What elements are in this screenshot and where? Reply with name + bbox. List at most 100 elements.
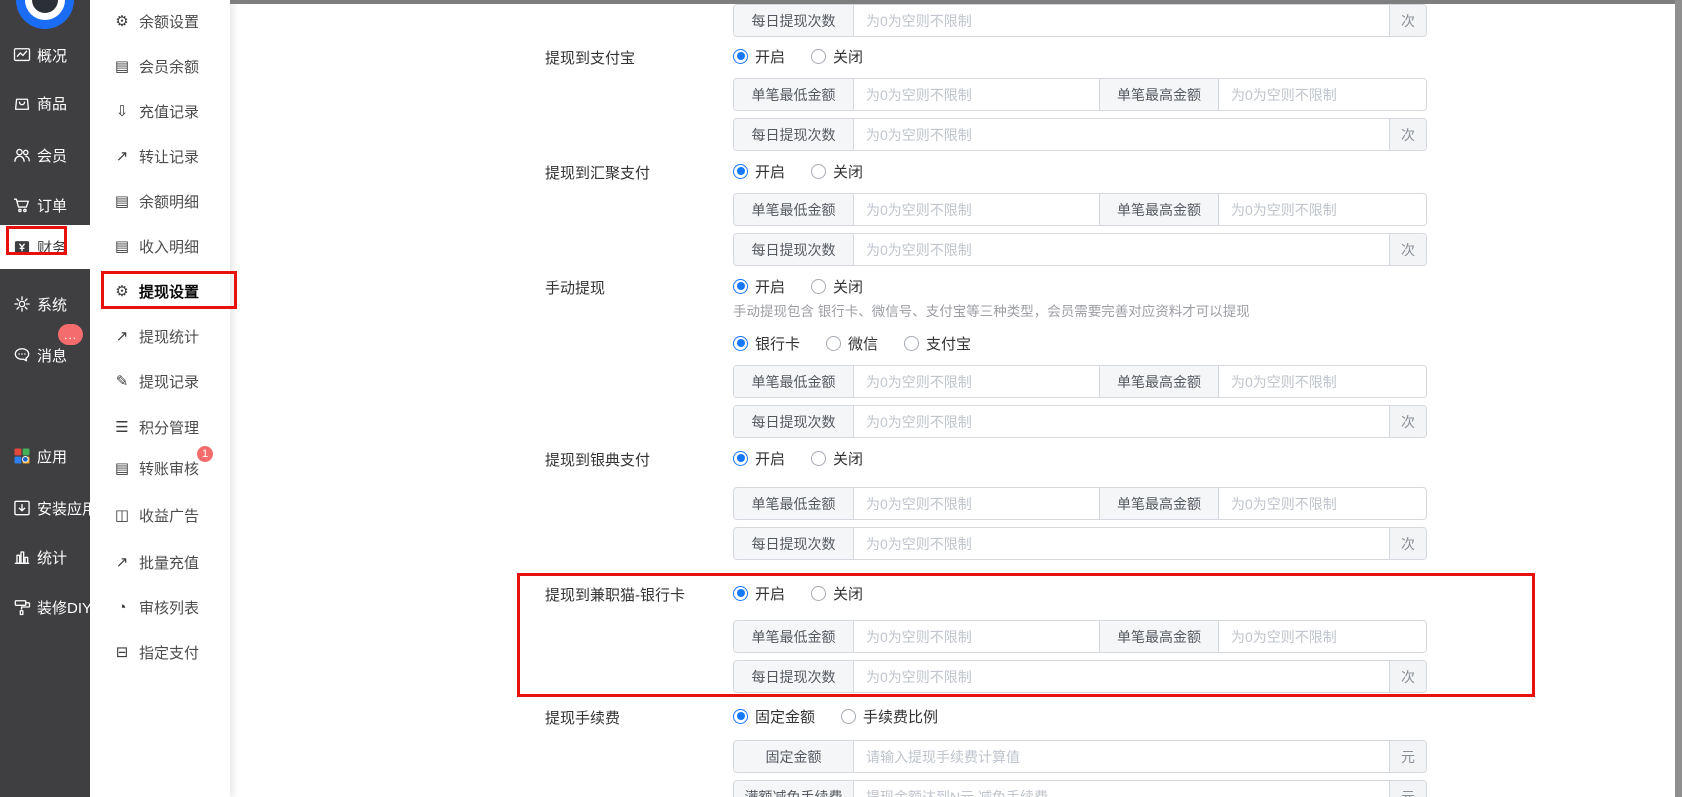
sidebar-item-财务[interactable]: 财务 [0, 225, 90, 269]
input-prepend-label: 每日提现次数 [734, 528, 854, 559]
radio-unselected-icon[interactable] [826, 335, 842, 351]
sidebar-item-安装应用[interactable]: 安装应用 [0, 486, 97, 530]
form-label-提现到银典支付: 提现到银典支付 [545, 452, 651, 469]
submenu-item-会员余额[interactable]: ▤ 会员余额 [90, 45, 230, 87]
submenu-item-余额设置[interactable]: ⚙ 余额设置 [90, 0, 230, 42]
text-input[interactable] [854, 781, 1389, 797]
radio-option-关闭[interactable]: 关闭 [811, 448, 863, 469]
submenu-item-收入明细[interactable]: ▤ 收入明细 [90, 225, 230, 267]
radio-option-开启[interactable]: 开启 [733, 448, 785, 469]
text-input[interactable] [854, 488, 1099, 519]
sidebar-item-会员[interactable]: 会员 [0, 133, 90, 177]
sidebar-item-装修DIY[interactable]: 装修DIY [0, 585, 93, 629]
sidebar-item-label: 商品 [37, 95, 68, 113]
vertical-scrollbar[interactable] [1675, 0, 1682, 797]
radio-unselected-icon[interactable] [811, 278, 827, 294]
submenu-item-转让记录[interactable]: ↗ 转让记录 [90, 135, 230, 177]
input-prepend-label: 单笔最高金额 [1099, 194, 1219, 225]
input-prepend-label: 单笔最低金额 [734, 79, 854, 110]
text-input[interactable] [1219, 488, 1426, 519]
goods-icon [11, 93, 32, 114]
submenu-item-提现设置[interactable]: ⚙ 提现设置 [90, 270, 230, 312]
avatar[interactable] [16, 0, 74, 29]
radio-unselected-icon[interactable] [841, 708, 857, 724]
avatar-core [32, 0, 58, 13]
radio-option-银行卡[interactable]: 银行卡 [733, 333, 800, 354]
submenu-item-label: 转让记录 [139, 148, 200, 166]
messages-icon [11, 345, 32, 366]
sidebar-item-系统[interactable]: 系统 [0, 282, 90, 326]
radio-selected-icon[interactable] [733, 585, 748, 601]
radio-selected-icon[interactable] [733, 163, 748, 179]
text-input[interactable] [854, 406, 1389, 437]
radio-selected-icon[interactable] [733, 708, 748, 724]
members-icon [11, 145, 32, 166]
submenu-item-提现记录[interactable]: ✎ 提现记录 [90, 360, 230, 402]
sidebar-item-label: 装修DIY [37, 599, 93, 617]
radio-option-支付宝[interactable]: 支付宝 [904, 333, 971, 354]
submenu-item-余额明细[interactable]: ▤ 余额明细 [90, 180, 230, 222]
text-input[interactable] [1219, 621, 1426, 652]
pie-icon: ◔ [117, 598, 127, 616]
submenu-item-批量充值[interactable]: ↗ 批量充值 [90, 541, 230, 583]
radio-unselected-icon[interactable] [904, 335, 920, 351]
text-input[interactable] [854, 741, 1389, 772]
text-input[interactable] [1219, 79, 1426, 110]
text-input[interactable] [854, 661, 1389, 692]
sidebar-item-订单[interactable]: 订单 [0, 183, 90, 227]
submenu-item-充值记录[interactable]: ⇩ 充值记录 [90, 90, 230, 132]
text-input[interactable] [1219, 366, 1426, 397]
radio-option-关闭[interactable]: 关闭 [811, 276, 863, 297]
sidebar-item-label: 系统 [37, 296, 68, 314]
radio-unselected-icon[interactable] [811, 450, 827, 466]
input-row-min-max-amount: 单笔最低金额 单笔最高金额 [733, 193, 1427, 226]
radio-option-固定金额[interactable]: 固定金额 [733, 706, 815, 727]
text-input[interactable] [854, 234, 1389, 265]
text-input[interactable] [1219, 194, 1426, 225]
text-input[interactable] [854, 366, 1099, 397]
radio-option-关闭[interactable]: 关闭 [811, 46, 863, 67]
submenu-item-审核列表[interactable]: ◔ 审核列表 [90, 586, 230, 628]
submenu-item-积分管理[interactable]: ☰ 积分管理 [90, 406, 230, 448]
radio-option-label: 开启 [755, 585, 786, 603]
submenu-item-提现统计[interactable]: ↗ 提现统计 [90, 315, 230, 357]
text-input[interactable] [854, 5, 1389, 36]
text-input[interactable] [854, 194, 1099, 225]
submenu-item-指定支付[interactable]: ⊟ 指定支付 [90, 631, 230, 673]
radio-unselected-icon[interactable] [811, 163, 827, 179]
input-suffix-unit: 元 [1389, 781, 1426, 797]
radio-option-微信[interactable]: 微信 [826, 333, 878, 354]
top-edge-strip [230, 0, 1682, 4]
submenu-item-收益广告[interactable]: ◫ 收益广告 [90, 494, 230, 536]
radio-selected-icon[interactable] [733, 335, 748, 351]
radio-option-手续费比例[interactable]: 手续费比例 [841, 706, 938, 727]
sidebar-item-统计[interactable]: 统计 [0, 535, 90, 579]
sidebar-item-label: 订单 [37, 197, 68, 215]
text-input[interactable] [854, 79, 1099, 110]
input-prepend-label: 单笔最低金额 [734, 366, 854, 397]
sidebar-item-应用[interactable]: 应用 [0, 434, 90, 478]
sidebar-item-概况[interactable]: 概况 [0, 33, 90, 77]
text-input[interactable] [854, 528, 1389, 559]
radio-option-开启[interactable]: 开启 [733, 276, 785, 297]
radio-option-关闭[interactable]: 关闭 [811, 583, 863, 604]
sidebar-item-label: 概况 [37, 47, 68, 65]
submenu-item-label: 充值记录 [139, 103, 200, 121]
text-input[interactable] [854, 119, 1389, 150]
sidebar-item-商品[interactable]: 商品 [0, 81, 90, 125]
radio-selected-icon[interactable] [733, 450, 748, 466]
radio-option-开启[interactable]: 开启 [733, 161, 785, 182]
input-prepend-label: 每日提现次数 [734, 661, 854, 692]
radio-unselected-icon[interactable] [811, 585, 827, 601]
radio-option-开启[interactable]: 开启 [733, 583, 785, 604]
document-icon: ▤ [114, 460, 130, 477]
form-label-提现手续费: 提现手续费 [545, 710, 621, 727]
radio-selected-icon[interactable] [733, 278, 748, 294]
radio-option-关闭[interactable]: 关闭 [811, 161, 863, 182]
install-app-icon [11, 498, 32, 519]
input-row-固定金额: 固定金额 元 [733, 740, 1427, 773]
radio-option-开启[interactable]: 开启 [733, 46, 785, 67]
text-input[interactable] [854, 621, 1099, 652]
radio-selected-icon[interactable] [733, 48, 748, 64]
radio-unselected-icon[interactable] [811, 48, 827, 64]
